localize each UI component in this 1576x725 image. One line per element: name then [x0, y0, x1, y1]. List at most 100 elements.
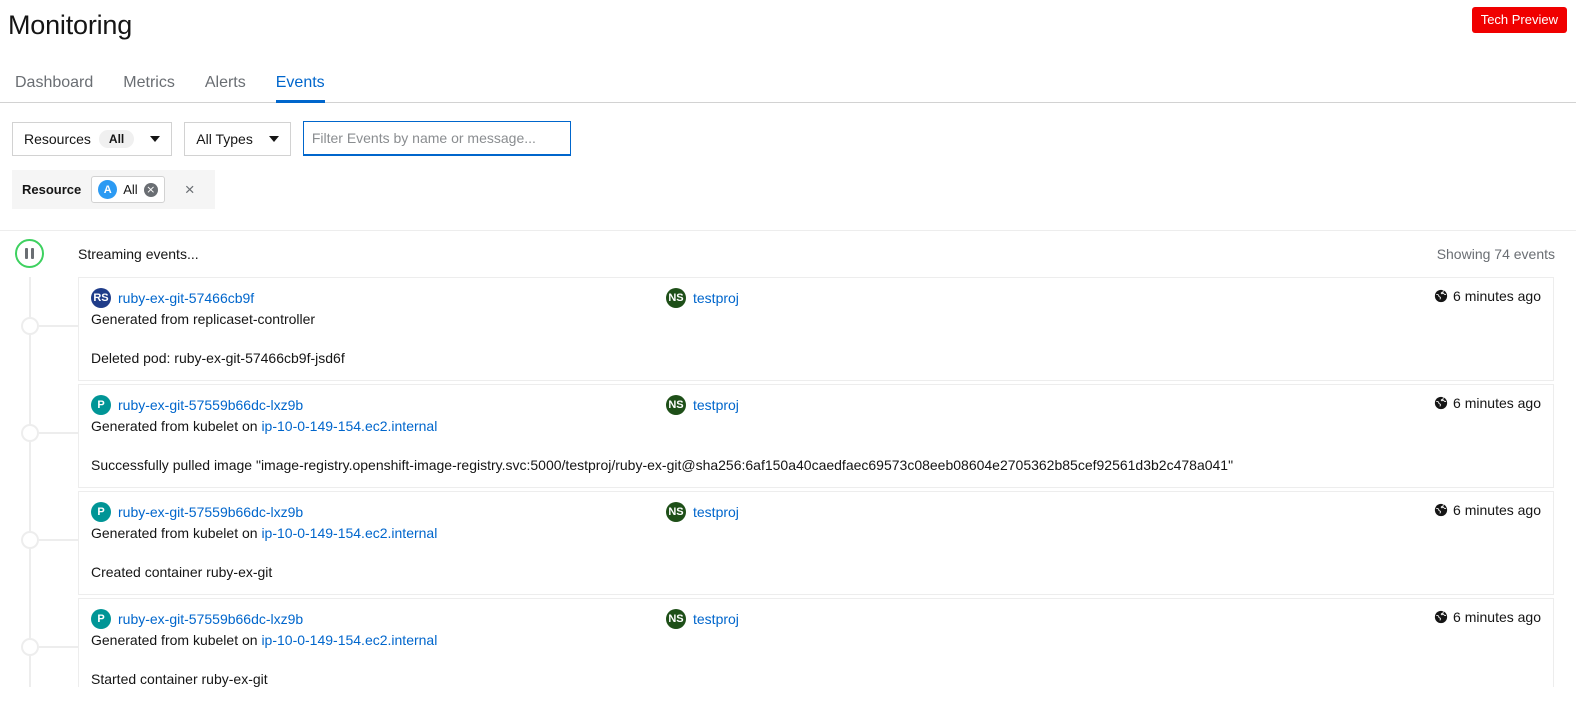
- event-object-link[interactable]: ruby-ex-git-57559b66dc-lxz9b: [118, 502, 303, 522]
- event-object-column: P ruby-ex-git-57559b66dc-lxz9b Generated…: [91, 609, 666, 651]
- event-source-node-link[interactable]: ip-10-0-149-154.ec2.internal: [261, 418, 437, 434]
- pod-kind-icon: P: [91, 609, 111, 629]
- timeline-connector: [39, 646, 79, 648]
- event-timestamp: 6 minutes ago: [1434, 609, 1541, 625]
- event-object-column: P ruby-ex-git-57559b66dc-lxz9b Generated…: [91, 502, 666, 544]
- replicaset-kind-icon: RS: [91, 288, 111, 308]
- resources-dropdown-pill: All: [98, 129, 135, 148]
- tab-metrics[interactable]: Metrics: [108, 73, 190, 102]
- resources-dropdown-label: Resources: [24, 130, 91, 147]
- pod-kind-icon: P: [91, 395, 111, 415]
- tab-events[interactable]: Events: [261, 73, 340, 103]
- pod-kind-icon: P: [91, 502, 111, 522]
- event-object: RS ruby-ex-git-57466cb9f: [91, 288, 666, 308]
- chip-group-label: Resource: [22, 182, 82, 197]
- event-timestamp: 6 minutes ago: [1434, 395, 1541, 411]
- event-message: Started container ruby-ex-git: [91, 671, 268, 687]
- event-source: Generated from kubelet on ip-10-0-149-15…: [91, 630, 666, 651]
- active-filter-chips: Resource A All × ×: [12, 170, 215, 209]
- namespace-kind-icon: NS: [666, 395, 686, 415]
- event-message: Successfully pulled image "image-registr…: [91, 457, 1234, 473]
- event-card-header: P ruby-ex-git-57559b66dc-lxz9b Generated…: [91, 395, 1541, 437]
- timeline-connector: [39, 325, 79, 327]
- event-card[interactable]: RS ruby-ex-git-57466cb9f Generated from …: [78, 277, 1554, 381]
- event-source-node-link[interactable]: ip-10-0-149-154.ec2.internal: [261, 632, 437, 648]
- globe-icon: [1434, 503, 1448, 517]
- event-count-label: Showing 74 events: [1436, 246, 1555, 262]
- event-object-link[interactable]: ruby-ex-git-57466cb9f: [118, 288, 254, 308]
- event-namespace-column: NS testproj: [666, 502, 1266, 522]
- namespace-kind-icon: NS: [666, 288, 686, 308]
- event-source-text: Generated from kubelet on: [91, 632, 262, 648]
- event-card-header: P ruby-ex-git-57559b66dc-lxz9b Generated…: [91, 502, 1541, 544]
- list-item: P ruby-ex-git-57559b66dc-lxz9b Generated…: [0, 384, 1576, 491]
- timeline-node: [21, 424, 39, 442]
- event-namespace-column: NS testproj: [666, 288, 1266, 308]
- event-card[interactable]: P ruby-ex-git-57559b66dc-lxz9b Generated…: [78, 598, 1554, 687]
- event-timestamp-text: 6 minutes ago: [1453, 502, 1541, 518]
- event-card-header: P ruby-ex-git-57559b66dc-lxz9b Generated…: [91, 609, 1541, 651]
- filter-toolbar: Resources All All Types Resource A All ×…: [0, 103, 1576, 209]
- event-timestamp-text: 6 minutes ago: [1453, 288, 1541, 304]
- tech-preview-badge: Tech Preview: [1471, 7, 1567, 33]
- close-icon[interactable]: ×: [143, 182, 158, 197]
- page-title: Monitoring: [8, 10, 133, 40]
- resources-dropdown[interactable]: Resources All: [12, 121, 173, 156]
- filter-chip-all[interactable]: A All ×: [91, 176, 165, 203]
- event-namespace-link[interactable]: testproj: [693, 609, 739, 629]
- event-card-header: RS ruby-ex-git-57466cb9f Generated from …: [91, 288, 1541, 330]
- list-item: P ruby-ex-git-57559b66dc-lxz9b Generated…: [0, 598, 1576, 687]
- event-namespace-column: NS testproj: [666, 395, 1266, 415]
- event-source-text: Generated from kubelet on: [91, 418, 262, 434]
- tab-dashboard[interactable]: Dashboard: [0, 73, 108, 102]
- tab-bar: Dashboard Metrics Alerts Events: [0, 64, 1576, 103]
- stream-status-label: Streaming events...: [78, 246, 199, 262]
- event-timestamp: 6 minutes ago: [1434, 502, 1541, 518]
- event-namespace-link[interactable]: testproj: [693, 395, 739, 415]
- chevron-down-icon: [150, 135, 161, 142]
- event-timestamp-text: 6 minutes ago: [1453, 395, 1541, 411]
- namespace-kind-icon: NS: [666, 502, 686, 522]
- event-card[interactable]: P ruby-ex-git-57559b66dc-lxz9b Generated…: [78, 491, 1554, 595]
- pause-streaming-button[interactable]: [15, 239, 44, 268]
- event-timestamp-text: 6 minutes ago: [1453, 609, 1541, 625]
- event-object-column: P ruby-ex-git-57559b66dc-lxz9b Generated…: [91, 395, 666, 437]
- search-input[interactable]: [302, 121, 571, 156]
- event-source: Generated from replicaset-controller: [91, 309, 666, 330]
- stream-status-bar: Streaming events... Showing 74 events: [0, 231, 1576, 277]
- types-dropdown-label: All Types: [196, 130, 253, 147]
- timeline-node: [21, 638, 39, 656]
- event-object-column: RS ruby-ex-git-57466cb9f Generated from …: [91, 288, 666, 330]
- event-object: P ruby-ex-git-57559b66dc-lxz9b: [91, 609, 666, 629]
- event-namespace: NS testproj: [666, 395, 1266, 415]
- event-object: P ruby-ex-git-57559b66dc-lxz9b: [91, 395, 666, 415]
- timeline-node: [21, 531, 39, 549]
- event-source-node-link[interactable]: ip-10-0-149-154.ec2.internal: [261, 525, 437, 541]
- event-source-text: Generated from replicaset-controller: [91, 311, 316, 327]
- event-namespace-column: NS testproj: [666, 609, 1266, 629]
- list-item: RS ruby-ex-git-57466cb9f Generated from …: [0, 277, 1576, 384]
- event-object: P ruby-ex-git-57559b66dc-lxz9b: [91, 502, 666, 522]
- tab-alerts[interactable]: Alerts: [190, 73, 261, 102]
- timeline-node: [21, 317, 39, 335]
- globe-icon: [1434, 289, 1448, 303]
- pause-icon: [25, 248, 34, 259]
- event-namespace: NS testproj: [666, 288, 1266, 308]
- event-namespace-link[interactable]: testproj: [693, 288, 739, 308]
- event-timeline: RS ruby-ex-git-57466cb9f Generated from …: [0, 277, 1576, 687]
- types-dropdown[interactable]: All Types: [184, 121, 291, 156]
- globe-icon: [1434, 396, 1448, 410]
- all-resources-badge-icon: A: [98, 180, 118, 199]
- event-namespace: NS testproj: [666, 609, 1266, 629]
- clear-all-filters-icon[interactable]: ×: [175, 181, 205, 198]
- timeline-connector: [39, 539, 79, 541]
- event-card[interactable]: P ruby-ex-git-57559b66dc-lxz9b Generated…: [78, 384, 1554, 488]
- event-object-link[interactable]: ruby-ex-git-57559b66dc-lxz9b: [118, 395, 303, 415]
- event-message: Deleted pod: ruby-ex-git-57466cb9f-jsd6f: [91, 350, 345, 366]
- event-timestamp: 6 minutes ago: [1434, 288, 1541, 304]
- event-object-link[interactable]: ruby-ex-git-57559b66dc-lxz9b: [118, 609, 303, 629]
- filter-chip-label: All: [123, 182, 138, 197]
- filter-controls-row: Resources All All Types: [12, 121, 1576, 156]
- event-namespace-link[interactable]: testproj: [693, 502, 739, 522]
- namespace-kind-icon: NS: [666, 609, 686, 629]
